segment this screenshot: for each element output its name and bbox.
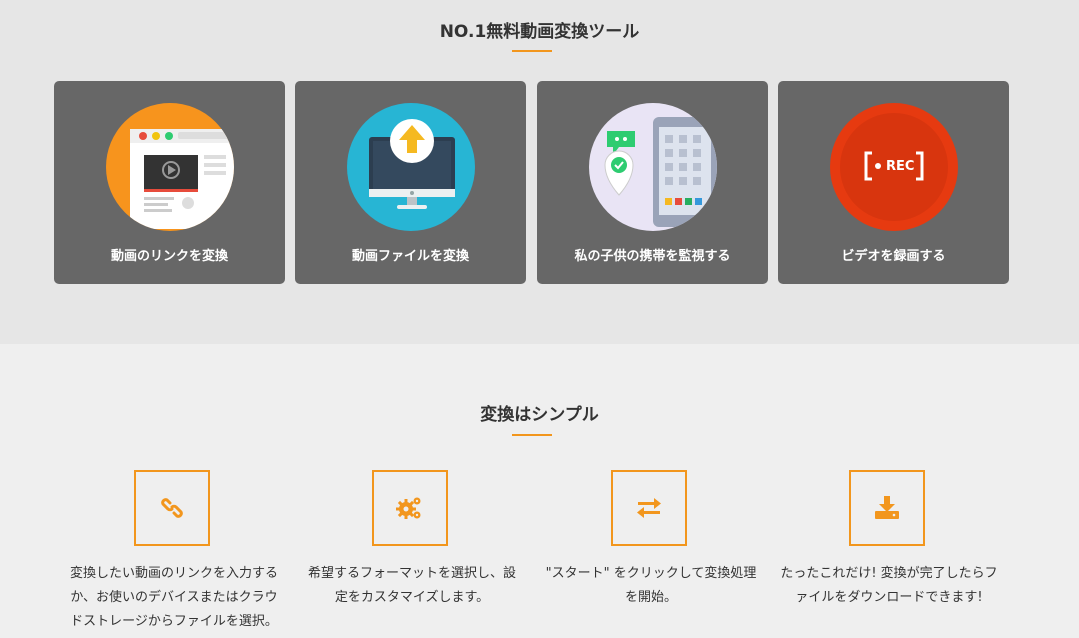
step-description: 希望するフォーマットを選択し、設 定をカスタマイズします。 <box>307 566 516 605</box>
card-convert-link[interactable]: 動画のリンクを変換 <box>54 81 285 284</box>
step-settings-box <box>372 470 448 546</box>
phone-monitor-icon <box>589 103 717 231</box>
step-link-box <box>134 470 210 546</box>
card-monitor-phone[interactable]: 私の子供の携帯を監視する <box>537 81 768 284</box>
swap-arrows-icon <box>637 498 661 518</box>
card-label: 私の子供の携帯を監視する <box>574 249 731 264</box>
step-description: たったこれだけ! 変換が完了したらフ ァイルをダウンロードできます! <box>780 566 998 605</box>
card-convert-file[interactable]: 動画ファイルを変換 <box>295 81 526 284</box>
card-record-video[interactable]: REC ビデオを録画する <box>778 81 1009 284</box>
rec-label: REC <box>886 159 915 174</box>
section-title: NO.1無料動画変換ツール <box>439 22 640 42</box>
title-underline <box>512 434 552 436</box>
top-section: NO.1無料動画変換ツール 動画のリンクを変換 動画ファイルを変換 私の子供の携… <box>0 0 1079 344</box>
step-download-box <box>849 470 925 546</box>
step-description: 変換したい動画のリンクを入力する か、お使いのデバイスまたはクラウ ドストレージ… <box>69 566 278 629</box>
download-icon <box>875 496 899 519</box>
bottom-section: 変換はシンプル 変換したい動画のリンクを入力する か、お使いのデバイスまたはクラ… <box>0 344 1079 638</box>
link-icon <box>161 498 183 518</box>
step-description: "スタート" をクリックして変換処理 を開始。 <box>545 566 757 605</box>
browser-video-icon <box>106 103 234 231</box>
title-underline <box>512 50 552 52</box>
rec-icon: REC <box>830 103 958 231</box>
section-title: 変換はシンプル <box>480 405 599 425</box>
card-label: ビデオを録画する <box>841 249 946 264</box>
gears-icon <box>396 497 421 519</box>
step-start-box <box>611 470 687 546</box>
card-label: 動画のリンクを変換 <box>110 249 228 264</box>
card-label: 動画ファイルを変換 <box>351 249 469 264</box>
monitor-upload-icon <box>347 103 475 231</box>
